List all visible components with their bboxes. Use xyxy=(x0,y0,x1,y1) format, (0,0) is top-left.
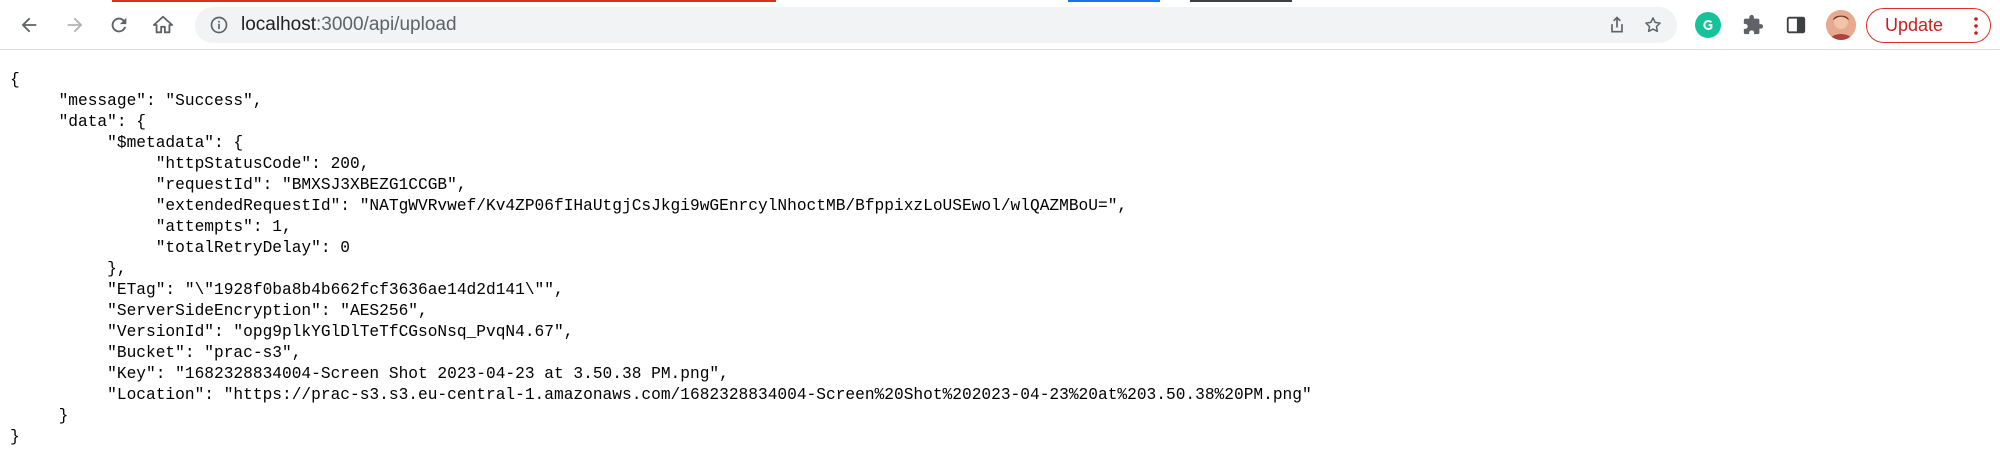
reload-icon xyxy=(111,17,127,33)
json-line: { xyxy=(10,71,20,89)
json-line: } xyxy=(10,407,69,425)
json-line: } xyxy=(10,428,20,446)
json-line: "requestId": "BMXSJ3XBEZG1CCGB", xyxy=(10,176,467,194)
share-icon[interactable] xyxy=(1607,15,1627,35)
url-host: localhost xyxy=(241,14,316,35)
json-line: "attempts": 1, xyxy=(10,218,292,236)
json-response-body: { "message": "Success", "data": { "$meta… xyxy=(10,70,1312,448)
star-icon[interactable] xyxy=(1643,15,1663,35)
update-button[interactable]: Update xyxy=(1866,8,1991,43)
json-line: "$metadata": { xyxy=(10,134,244,152)
json-line: "Location": "https://prac-s3.s3.eu-centr… xyxy=(10,386,1312,404)
url-text[interactable]: localhost:3000/api/upload xyxy=(241,15,457,35)
json-line: "ETag": "\"1928f0ba8b4b662fcf3636ae14d2d… xyxy=(10,281,564,299)
puzzle-icon xyxy=(1743,14,1764,35)
info-icon[interactable] xyxy=(209,15,229,35)
extensions-button[interactable] xyxy=(1740,12,1766,38)
side-panel-icon xyxy=(1786,16,1806,34)
json-line: "Bucket": "prac-s3", xyxy=(10,344,302,362)
profile-avatar[interactable] xyxy=(1826,10,1856,40)
json-line: "extendedRequestId": "NATgWVRvwef/Kv4ZP0… xyxy=(10,197,1128,215)
browser-toolbar: localhost:3000/api/upload Update xyxy=(0,2,2000,50)
side-panel-button[interactable] xyxy=(1783,12,1809,38)
home-icon xyxy=(152,15,174,34)
address-bar[interactable]: localhost:3000/api/upload xyxy=(195,7,1677,43)
json-line: "data": { xyxy=(10,113,146,131)
back-arrow-icon xyxy=(21,17,37,33)
home-button[interactable] xyxy=(146,8,180,42)
forward-button[interactable] xyxy=(58,8,92,42)
json-line: "totalRetryDelay": 0 xyxy=(10,239,350,257)
grammarly-icon[interactable] xyxy=(1695,12,1721,38)
avatar-image xyxy=(1826,10,1856,40)
reload-button[interactable] xyxy=(102,8,136,42)
json-line: "Key": "1682328834004-Screen Shot 2023-0… xyxy=(10,365,729,383)
json-line: "message": "Success", xyxy=(10,92,263,110)
json-line: "ServerSideEncryption": "AES256", xyxy=(10,302,428,320)
back-button[interactable] xyxy=(12,8,46,42)
json-line: "httpStatusCode": 200, xyxy=(10,155,370,173)
grammarly-g-icon xyxy=(1703,20,1713,30)
json-line: }, xyxy=(10,260,127,278)
update-label: Update xyxy=(1885,15,1944,35)
forward-arrow-icon xyxy=(67,17,83,33)
json-line: "VersionId": "opg9plkYGlDlTeTfCGsoNsq_Pv… xyxy=(10,323,574,341)
more-vertical-icon[interactable] xyxy=(1974,16,1978,36)
url-path: :3000/api/upload xyxy=(316,14,457,35)
